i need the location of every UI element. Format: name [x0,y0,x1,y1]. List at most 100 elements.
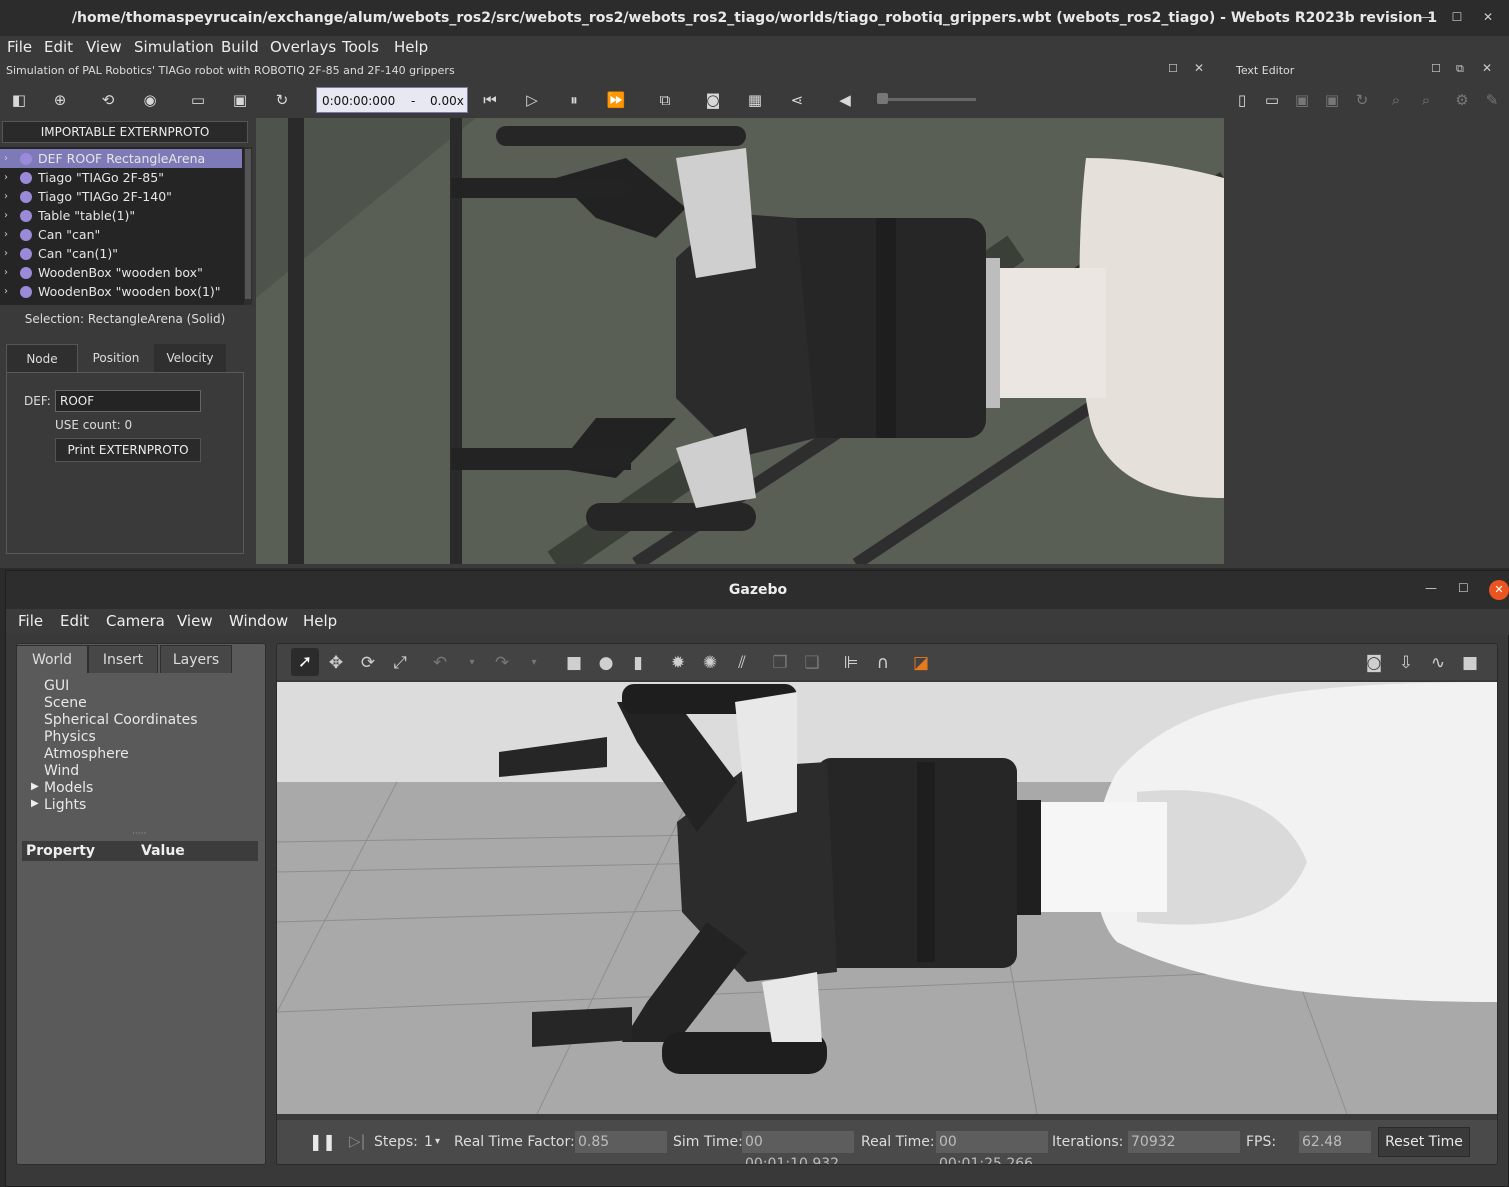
reset-time-button[interactable]: Reset Time [1378,1127,1470,1157]
reset-simulation-icon[interactable]: ⏮ [480,90,500,110]
steps-value[interactable]: 1 [424,1134,433,1150]
world-item-gui[interactable]: GUI [44,678,69,694]
screenshot-icon[interactable]: ◙ [703,90,723,110]
spot-light-icon[interactable]: ✺ [699,652,721,674]
world-item-wind[interactable]: Wind [44,763,79,779]
tab-position[interactable]: Position [80,344,152,372]
new-file-icon[interactable]: ▯ [1232,90,1252,110]
reload-world-icon[interactable]: ↻ [272,90,292,110]
toggle-scene-tree-icon[interactable]: ◧ [9,90,29,110]
steps-dropdown-icon[interactable]: ▾ [435,1136,440,1147]
tree-node[interactable]: › WoodenBox "wooden box" [0,263,242,282]
translate-mode-icon[interactable]: ✥ [325,652,347,674]
expand-icon[interactable]: › [4,149,8,168]
tree-node[interactable]: › Can "can" [0,225,242,244]
world-item-lights[interactable]: Lights [44,797,86,813]
log-icon[interactable]: ⇩ [1395,652,1417,674]
tree-node[interactable]: › WoodenBox "wooden box(1)" [0,282,242,301]
maximize-icon[interactable]: ☐ [1458,581,1469,595]
menu-help[interactable]: Help [394,38,428,56]
menu-build[interactable]: Build [221,38,259,56]
world-item-models[interactable]: Models [44,780,93,796]
menu-help[interactable]: Help [303,612,337,630]
tab-node[interactable]: Node [6,344,78,372]
close-icon[interactable]: ✕ [1479,8,1497,26]
mute-icon[interactable]: ◀ [835,90,855,110]
maximize-icon[interactable]: ☐ [1448,8,1466,26]
menu-tools[interactable]: Tools [342,38,379,56]
eye-icon[interactable]: ◉ [140,90,160,110]
menu-simulation[interactable]: Simulation [134,38,214,56]
tree-node[interactable]: › Tiago "TIAGo 2F-85" [0,168,242,187]
menu-camera[interactable]: Camera [106,612,165,630]
menu-file[interactable]: File [7,38,32,56]
directional-light-icon[interactable]: ⫽ [731,652,753,674]
cylinder-shape-icon[interactable]: ▮ [627,652,649,674]
tree-node[interactable]: › Can "can(1)" [0,244,242,263]
step-icon[interactable]: ▷| [349,1132,366,1150]
pause-icon[interactable]: ⏸ [564,90,584,110]
splitter-handle[interactable]: ····· [132,829,146,839]
close-icon[interactable]: ✕ [1482,61,1492,75]
minimize-icon[interactable]: — [1425,581,1437,595]
align-icon[interactable]: ⊫ [840,652,862,674]
float-icon[interactable]: ⧉ [1456,62,1464,76]
expand-icon[interactable]: › [4,187,8,206]
close-icon[interactable]: ✕ [1489,580,1509,600]
menu-window[interactable]: Window [229,612,288,630]
menu-view[interactable]: View [177,612,213,630]
menu-view[interactable]: View [86,38,122,56]
menu-overlays[interactable]: Overlays [270,38,336,56]
minimize-icon[interactable]: — [1417,8,1435,26]
pause-icon[interactable]: ❚❚ [309,1132,336,1151]
tab-layers[interactable]: Layers [160,645,232,673]
gazebo-3d-view[interactable] [277,682,1497,1114]
view-angle-icon[interactable]: ◪ [910,652,932,674]
record-movie-icon[interactable]: ▦ [745,90,765,110]
undock-icon[interactable]: ☐ [1431,62,1441,75]
expand-icon[interactable]: › [4,168,8,187]
tab-insert[interactable]: Insert [88,645,158,673]
expand-lights-icon[interactable]: ▶ [31,798,39,809]
world-item-atmosphere[interactable]: Atmosphere [44,746,129,762]
volume-slider[interactable] [878,98,976,101]
plot-icon[interactable]: ∿ [1427,652,1449,674]
menu-file[interactable]: File [18,612,43,630]
tree-node[interactable]: › DEF ROOF RectangleArena [0,149,242,168]
fast-forward-icon[interactable]: ⏩ [606,90,626,110]
expand-icon[interactable]: › [4,244,8,263]
menu-edit[interactable]: Edit [60,612,89,630]
render-icon[interactable]: ⧉ [655,90,675,110]
importable-externproto-button[interactable]: IMPORTABLE EXTERNPROTO [2,121,248,143]
sphere-shape-icon[interactable]: ● [595,652,617,674]
scale-mode-icon[interactable]: ⤢ [389,652,411,674]
tab-world[interactable]: World [16,645,88,673]
select-mode-icon[interactable]: ➚ [291,648,319,676]
share-icon[interactable]: ⋖ [787,90,807,110]
close-view-icon[interactable]: ✕ [1194,61,1204,75]
open-world-icon[interactable]: ▭ [188,90,208,110]
save-world-icon[interactable]: ▣ [230,90,250,110]
video-record-icon[interactable]: ■ [1459,652,1481,674]
screenshot-icon[interactable]: ◙ [1363,652,1385,674]
world-item-physics[interactable]: Physics [44,729,96,745]
snap-icon[interactable]: ∩ [872,652,894,674]
world-item-scene[interactable]: Scene [44,695,87,711]
reset-viewpoint-icon[interactable]: ⟲ [98,90,118,110]
open-file-icon[interactable]: ▭ [1262,90,1282,110]
point-light-icon[interactable]: ✹ [667,652,689,674]
expand-icon[interactable]: › [4,282,8,301]
scene-tree-scrollbar[interactable] [244,147,252,305]
add-node-icon[interactable]: ⊕ [50,90,70,110]
undock-icon[interactable]: ☐ [1168,62,1178,75]
expand-icon[interactable]: › [4,225,8,244]
expand-icon[interactable]: › [4,263,8,282]
tree-node[interactable]: › Table "table(1)" [0,206,242,225]
menu-edit[interactable]: Edit [44,38,73,56]
tree-node[interactable]: › Tiago "TIAGo 2F-140" [0,187,242,206]
print-externproto-button[interactable]: Print EXTERNPROTO [55,438,201,462]
world-item-spherical-coordinates[interactable]: Spherical Coordinates [44,712,198,728]
tab-velocity[interactable]: Velocity [154,344,226,372]
volume-slider-handle[interactable] [877,93,888,104]
box-shape-icon[interactable]: ■ [563,652,585,674]
